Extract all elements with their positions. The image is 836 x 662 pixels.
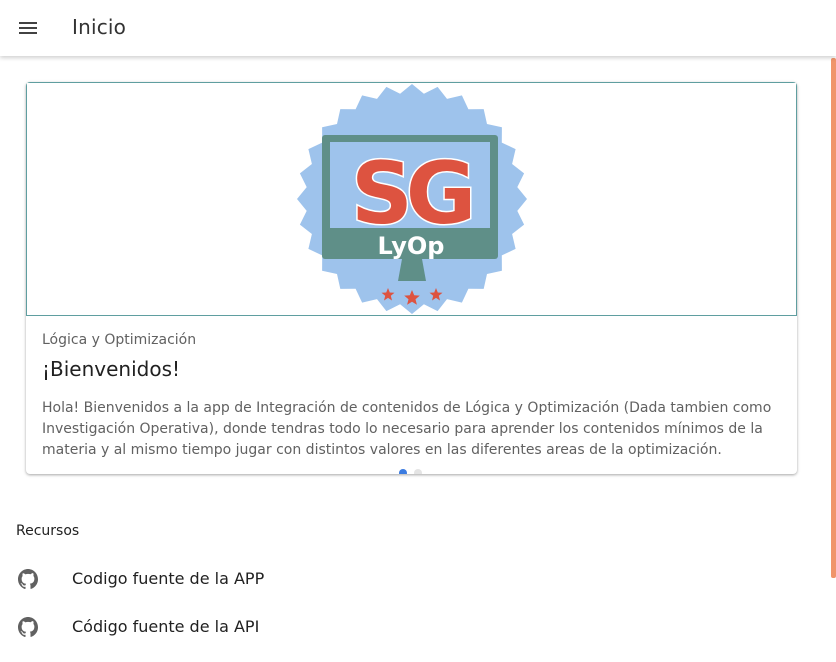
sglyop-logo: S G LyOp (297, 84, 527, 314)
welcome-card: S G LyOp Lógica y Optimización ¡Bienveni… (26, 82, 797, 474)
api-source-label: Código fuente de la API (72, 617, 260, 636)
app-bar: Inicio (0, 0, 836, 56)
menu-icon[interactable] (16, 16, 40, 40)
github-icon (18, 569, 39, 589)
page-title: Inicio (72, 15, 127, 39)
svg-text:G: G (406, 144, 477, 244)
svg-text:LyOp: LyOp (378, 232, 445, 260)
github-icon (18, 617, 39, 637)
resources-heading: Recursos (16, 523, 80, 539)
scrollbar[interactable] (831, 58, 836, 578)
card-description: Hola! Bienvenidos a la app de Integració… (42, 400, 772, 458)
api-source-link[interactable]: Código fuente de la API (0, 603, 800, 651)
carousel-dot-1[interactable] (399, 469, 407, 474)
app-source-label: Codigo fuente de la APP (72, 569, 265, 588)
card-subtitle: Lógica y Optimización (42, 332, 197, 348)
app-source-link[interactable]: Codigo fuente de la APP (0, 555, 800, 603)
card-image: S G LyOp (26, 82, 797, 316)
carousel-dot-2[interactable] (414, 469, 422, 474)
carousel-indicators (399, 462, 429, 474)
svg-text:S: S (351, 144, 413, 244)
card-title: ¡Bienvenidos! (42, 357, 181, 381)
